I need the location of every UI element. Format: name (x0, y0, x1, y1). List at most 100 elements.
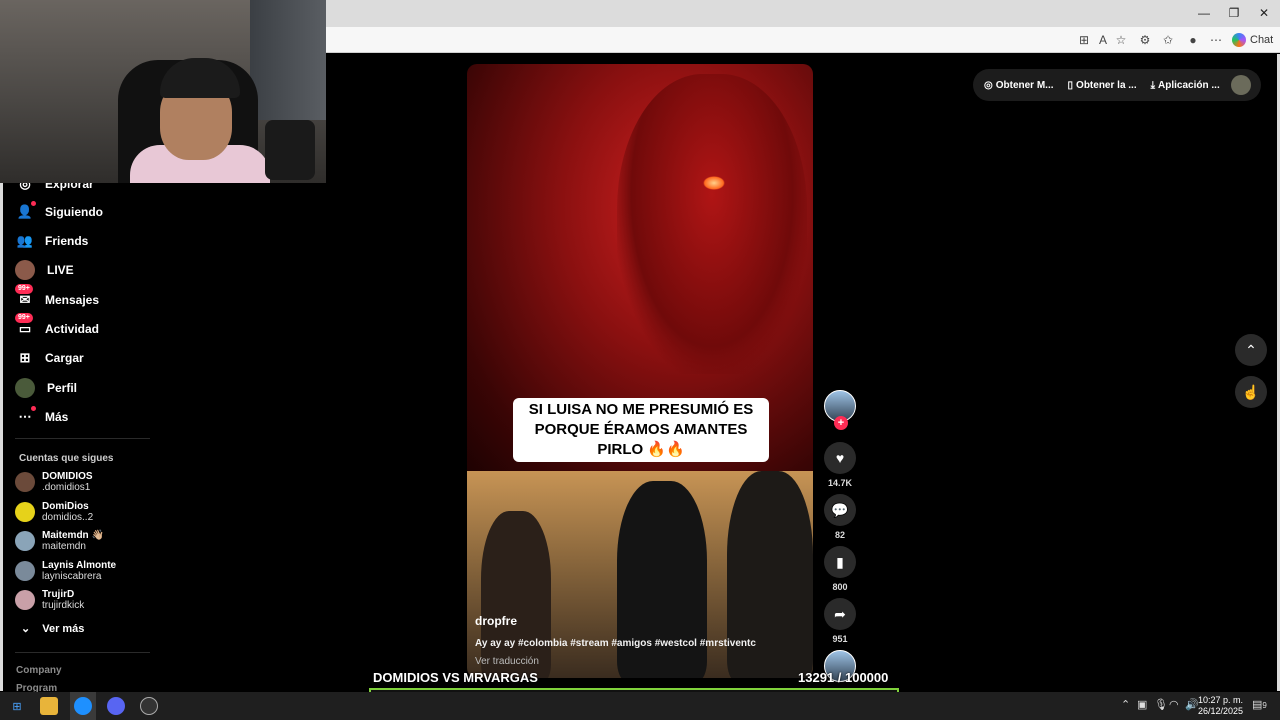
user-avatar[interactable] (1231, 75, 1251, 95)
account-username: layniscabrera (42, 571, 102, 582)
see-more-button[interactable]: ⌄ Ver más (21, 622, 85, 636)
obs-icon[interactable] (140, 697, 158, 715)
sidebar-item-messages[interactable]: ✉ 99+ Mensajes (15, 284, 100, 312)
save-button[interactable]: ▮ 800 (823, 546, 857, 592)
divider (15, 652, 150, 653)
next-video-button[interactable]: ☝ (1235, 376, 1267, 408)
get-app-button[interactable]: ▯ Obtener la ... (1068, 80, 1137, 91)
windows-taskbar: ⊞ ⌃ ▣ 🎙 ◠ 🔊 10:27 p. m. 26/12/2025 ▤9 (0, 692, 1280, 720)
microphone-icon[interactable]: 🎙 (1154, 698, 1168, 711)
account-item[interactable]: DomiDios domidios..2 (15, 499, 93, 525)
account-item[interactable]: TrujirD trujirdkick (15, 587, 84, 613)
extensions-icon[interactable]: ⚙ (1137, 32, 1153, 48)
wolf-figure (617, 74, 807, 374)
chevron-up-icon: ⌃ (1245, 341, 1257, 358)
notifications-icon[interactable]: ▤9 (1252, 698, 1267, 711)
sidebar-item-live[interactable]: LIVE (15, 258, 74, 282)
friends-icon: 👥 (16, 233, 34, 248)
notification-dot (31, 201, 36, 206)
share-count: 951 (832, 634, 848, 644)
background-shelf (250, 0, 326, 120)
share-icon: ➦ (824, 598, 856, 630)
creator-avatar-button[interactable]: + (823, 390, 857, 430)
wifi-icon[interactable]: ◠ (1169, 698, 1179, 711)
sidebar-item-label: Más (45, 410, 69, 424)
sidebar-item-label: Perfil (47, 381, 78, 395)
video-player[interactable]: SI LUISA NO ME PRESUMIÓ ES PORQUE ÉRAMOS… (467, 64, 813, 678)
top-action-bar: ◎ Obtener M... ▯ Obtener la ... ⤓ Aplicació… (973, 69, 1261, 101)
follow-plus-icon[interactable]: + (834, 416, 848, 430)
account-name: Laynis Almonte (42, 560, 117, 571)
following-icon: 👤 (17, 201, 36, 220)
volume-icon[interactable]: 🔊 (1185, 698, 1199, 711)
see-translation-link[interactable]: Ver traducción (475, 656, 539, 667)
notification-count: 9 (1262, 701, 1267, 710)
favorites-icon[interactable]: ✩ (1160, 32, 1176, 48)
windows-start-icon[interactable]: ⊞ (8, 697, 26, 715)
like-count: 14.7K (827, 478, 853, 488)
avatar (15, 590, 35, 610)
favorite-star-icon[interactable]: ☆ (1113, 32, 1129, 48)
show-hidden-icons[interactable]: ⌃ (1121, 698, 1130, 711)
webcam-overlay (0, 0, 326, 183)
following-accounts-title: Cuentas que sigues (19, 453, 114, 464)
account-item[interactable]: Laynis Almonte layniscabrera (15, 558, 116, 584)
copilot-chat-button[interactable]: Chat (1232, 31, 1273, 49)
messages-badge: 99+ (15, 284, 33, 294)
download-icon: ⤓ (1150, 79, 1156, 91)
divider (15, 438, 150, 439)
sidebar-item-label: Siguiendo (45, 205, 103, 219)
like-button[interactable]: ♥ 14.7K (823, 442, 857, 488)
profile-avatar-icon (15, 378, 35, 398)
file-explorer-icon[interactable] (40, 697, 58, 715)
sidebar-item-upload[interactable]: ⊞ Cargar (17, 346, 84, 370)
menu-dots-icon[interactable]: ⋯ (1208, 32, 1224, 48)
goal-count: 13291 / 100000 (798, 670, 889, 685)
sidebar-item-more[interactable]: ⋯ Más (17, 405, 68, 429)
get-coins-button[interactable]: ◎ Obtener M... (984, 80, 1054, 91)
activity-icon: ▭ 99+ (15, 313, 33, 337)
footer-link-company[interactable]: Company (16, 665, 62, 676)
restore-button[interactable]: ❐ (1220, 4, 1248, 22)
account-item[interactable]: DOMIDIOS .domidios1 (15, 469, 93, 495)
notification-dot (31, 406, 36, 411)
profile-icon[interactable]: ● (1185, 32, 1201, 48)
account-username: domidios..2 (42, 512, 94, 523)
sidebar-item-label: Cargar (45, 351, 84, 365)
video-author[interactable]: dropfre (475, 614, 517, 628)
app-available-icon[interactable]: ⊞ (1076, 32, 1092, 48)
system-clock[interactable]: 10:27 p. m. 26/12/2025 (1198, 695, 1243, 717)
account-item[interactable]: Maitemdn 👋🏼 maitemdn (15, 528, 104, 554)
bookmark-icon: ▮ (824, 546, 856, 578)
live-icon (15, 260, 35, 280)
sidebar-item-profile[interactable]: Perfil (15, 376, 77, 400)
messages-icon: ✉ 99+ (15, 284, 33, 308)
edge-browser-icon[interactable] (74, 697, 92, 715)
heart-icon: ♥ (824, 442, 856, 474)
avatar (15, 561, 35, 581)
clock-date: 26/12/2025 (1198, 706, 1244, 716)
close-button[interactable]: ✕ (1250, 4, 1278, 22)
discord-icon[interactable] (107, 697, 125, 715)
chat-label: Chat (1250, 34, 1274, 46)
translate-icon[interactable]: A (1095, 32, 1111, 48)
avatar (15, 502, 35, 522)
upload-icon: ⊞ (19, 350, 31, 365)
goal-title: DOMIDIOS VS MRVARGAS (373, 670, 538, 685)
sidebar-item-friends[interactable]: 👥 Friends (17, 229, 88, 253)
video-caption: SI LUISA NO ME PRESUMIÓ ES PORQUE ÉRAMOS… (513, 398, 769, 462)
previous-video-button[interactable]: ⌃ (1235, 334, 1267, 366)
copilot-icon (1232, 33, 1246, 47)
comment-count: 82 (834, 530, 845, 540)
sidebar-item-label: Mensajes (45, 293, 100, 307)
sidebar-item-following[interactable]: 👤 Siguiendo (17, 200, 103, 224)
see-more-label: Ver más (42, 622, 85, 635)
share-button[interactable]: ➦ 951 (823, 598, 857, 644)
comment-button[interactable]: 💬 82 (823, 494, 857, 540)
creator-avatar: + (824, 390, 856, 430)
avatar (15, 472, 35, 492)
network-icon[interactable]: ▣ (1137, 698, 1147, 711)
desktop-app-button[interactable]: ⤓ Aplicación ... (1151, 80, 1220, 91)
sidebar-item-activity[interactable]: ▭ 99+ Actividad (15, 313, 99, 341)
minimize-button[interactable]: — (1190, 4, 1218, 22)
